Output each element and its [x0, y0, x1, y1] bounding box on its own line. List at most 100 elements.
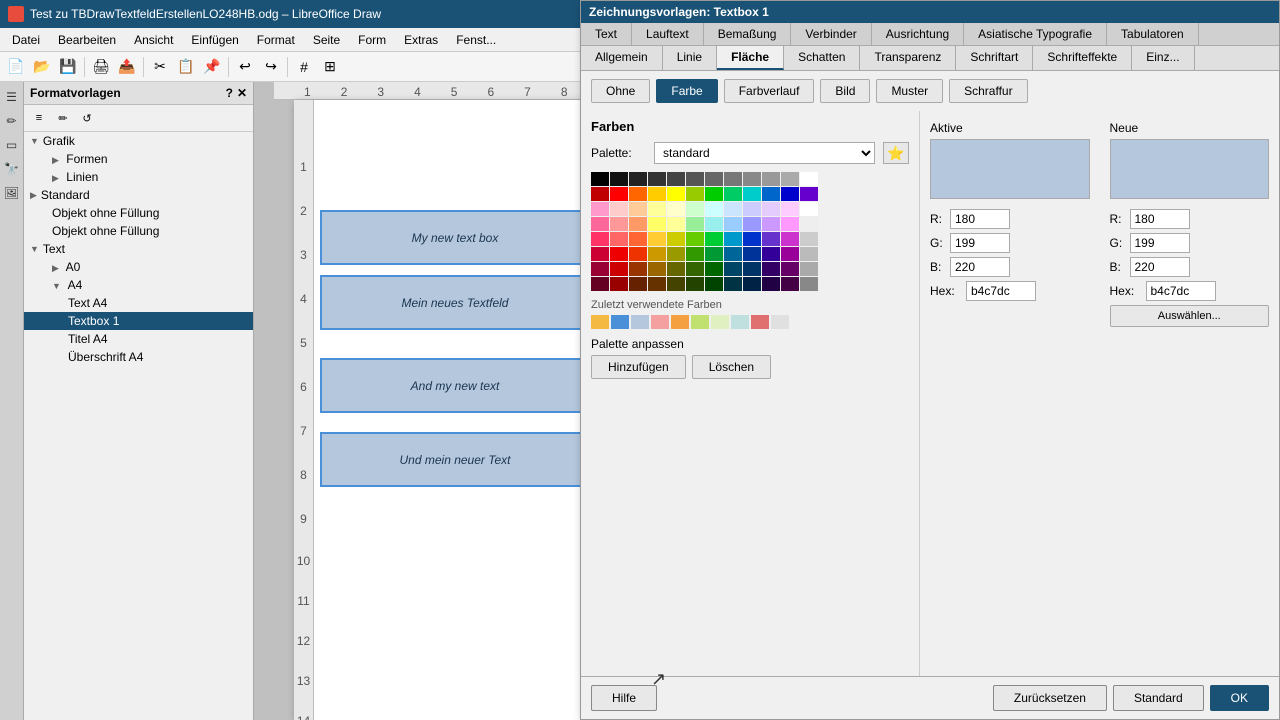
- color-cell-4-3[interactable]: [648, 232, 666, 246]
- color-cell-7-11[interactable]: [800, 277, 818, 291]
- tree-item-text-a4[interactable]: Text A4: [24, 294, 253, 312]
- color-cell-7-2[interactable]: [629, 277, 647, 291]
- color-cell-5-8[interactable]: [743, 247, 761, 261]
- fill-farbverlauf-btn[interactable]: Farbverlauf: [724, 79, 815, 103]
- color-cell-1-10[interactable]: [781, 187, 799, 201]
- draw-tools-btn[interactable]: ✏: [1, 110, 23, 132]
- fill-muster-btn[interactable]: Muster: [876, 79, 943, 103]
- canvas-textbox-1[interactable]: My new text box: [320, 210, 590, 265]
- color-cell-5-7[interactable]: [724, 247, 742, 261]
- color-cell-3-10[interactable]: [781, 217, 799, 231]
- copy-btn[interactable]: 📋: [174, 55, 198, 79]
- color-cell-0-2[interactable]: [629, 172, 647, 186]
- color-cell-4-2[interactable]: [629, 232, 647, 246]
- color-cell-6-5[interactable]: [686, 262, 704, 276]
- menu-item-datei[interactable]: Datei: [4, 31, 48, 49]
- tree-item-ueberschrift-a4[interactable]: Überschrift A4: [24, 348, 253, 366]
- new-btn[interactable]: 📄: [4, 55, 28, 79]
- recent-color-1[interactable]: [611, 315, 629, 329]
- color-cell-1-3[interactable]: [648, 187, 666, 201]
- color-cell-3-0[interactable]: [591, 217, 609, 231]
- hex-input-neue[interactable]: [1146, 281, 1216, 301]
- color-cell-7-9[interactable]: [762, 277, 780, 291]
- color-cell-2-9[interactable]: [762, 202, 780, 216]
- fill-farbe-btn[interactable]: Farbe: [656, 79, 717, 103]
- color-cell-3-2[interactable]: [629, 217, 647, 231]
- color-cell-3-11[interactable]: [800, 217, 818, 231]
- hinzufuegen-btn[interactable]: Hinzufügen: [591, 355, 686, 379]
- color-cell-2-11[interactable]: [800, 202, 818, 216]
- tree-item-titel-a4[interactable]: Titel A4: [24, 330, 253, 348]
- color-cell-0-11[interactable]: [800, 172, 818, 186]
- tab-schrifteffekte[interactable]: Schrifteffekte: [1033, 46, 1132, 70]
- styles-update-btn[interactable]: ↺: [76, 107, 98, 129]
- styles-create-btn[interactable]: ✏: [52, 107, 74, 129]
- grid-btn[interactable]: #: [292, 55, 316, 79]
- tab-allgemein[interactable]: Allgemein: [581, 46, 663, 70]
- color-cell-0-1[interactable]: [610, 172, 628, 186]
- canvas-textbox-2[interactable]: Mein neues Textfeld: [320, 275, 590, 330]
- color-cell-2-2[interactable]: [629, 202, 647, 216]
- auswaehlen-btn[interactable]: Auswählen...: [1110, 305, 1270, 327]
- color-cell-4-0[interactable]: [591, 232, 609, 246]
- color-cell-5-0[interactable]: [591, 247, 609, 261]
- color-cell-3-8[interactable]: [743, 217, 761, 231]
- navigator-btn[interactable]: 🔭: [1, 158, 23, 180]
- menu-item-einfgen[interactable]: Einfügen: [183, 31, 246, 49]
- color-cell-3-9[interactable]: [762, 217, 780, 231]
- color-cell-5-4[interactable]: [667, 247, 685, 261]
- cut-btn[interactable]: ✂: [148, 55, 172, 79]
- color-cell-0-7[interactable]: [724, 172, 742, 186]
- gallery-btn[interactable]: 🖼: [1, 182, 23, 204]
- recent-color-9[interactable]: [771, 315, 789, 329]
- recent-color-2[interactable]: [631, 315, 649, 329]
- tab-einz[interactable]: Einz...: [1132, 46, 1194, 70]
- tab-schatten[interactable]: Schatten: [784, 46, 860, 70]
- tab-transparenz[interactable]: Transparenz: [860, 46, 956, 70]
- color-cell-6-3[interactable]: [648, 262, 666, 276]
- color-cell-4-8[interactable]: [743, 232, 761, 246]
- color-cell-5-2[interactable]: [629, 247, 647, 261]
- tree-item-objekt2[interactable]: Objekt ohne Füllung: [24, 222, 253, 240]
- color-cell-4-11[interactable]: [800, 232, 818, 246]
- color-cell-4-1[interactable]: [610, 232, 628, 246]
- color-cell-7-8[interactable]: [743, 277, 761, 291]
- color-cell-3-7[interactable]: [724, 217, 742, 231]
- palette-select[interactable]: standard: [654, 142, 875, 164]
- color-cell-7-4[interactable]: [667, 277, 685, 291]
- color-cell-6-10[interactable]: [781, 262, 799, 276]
- recent-color-0[interactable]: [591, 315, 609, 329]
- tab-lauftext[interactable]: Lauftext: [632, 23, 704, 45]
- close-panel-icon[interactable]: ✕: [237, 86, 247, 100]
- menu-item-seite[interactable]: Seite: [305, 31, 348, 49]
- color-cell-6-11[interactable]: [800, 262, 818, 276]
- recent-color-8[interactable]: [751, 315, 769, 329]
- color-cell-2-0[interactable]: [591, 202, 609, 216]
- tab-asiatisch[interactable]: Asiatische Typografie: [964, 23, 1107, 45]
- color-cell-7-0[interactable]: [591, 277, 609, 291]
- color-cell-1-7[interactable]: [724, 187, 742, 201]
- menu-item-form[interactable]: Form: [350, 31, 394, 49]
- fill-ohne-btn[interactable]: Ohne: [591, 79, 650, 103]
- print-btn[interactable]: 🖨: [89, 55, 113, 79]
- color-cell-0-10[interactable]: [781, 172, 799, 186]
- tab-schriftart[interactable]: Schriftart: [956, 46, 1033, 70]
- hex-input-aktive[interactable]: [966, 281, 1036, 301]
- tree-item-objekt1[interactable]: Objekt ohne Füllung: [24, 204, 253, 222]
- color-cell-1-5[interactable]: [686, 187, 704, 201]
- fill-bild-btn[interactable]: Bild: [820, 79, 870, 103]
- recent-color-5[interactable]: [691, 315, 709, 329]
- tree-group-standard[interactable]: ▶ Standard: [24, 186, 253, 204]
- tab-verbinder[interactable]: Verbinder: [791, 23, 871, 45]
- color-cell-0-5[interactable]: [686, 172, 704, 186]
- tab-linie[interactable]: Linie: [663, 46, 717, 70]
- open-btn[interactable]: 📂: [30, 55, 54, 79]
- color-cell-4-5[interactable]: [686, 232, 704, 246]
- ok-btn[interactable]: OK: [1210, 685, 1269, 711]
- color-cell-2-6[interactable]: [705, 202, 723, 216]
- zuruecksetzen-btn[interactable]: Zurücksetzen: [993, 685, 1107, 711]
- tree-item-textbox1[interactable]: Textbox 1: [24, 312, 253, 330]
- tree-item-a0[interactable]: ▶ A0: [24, 258, 253, 276]
- color-cell-4-9[interactable]: [762, 232, 780, 246]
- b-input-aktive[interactable]: [950, 257, 1010, 277]
